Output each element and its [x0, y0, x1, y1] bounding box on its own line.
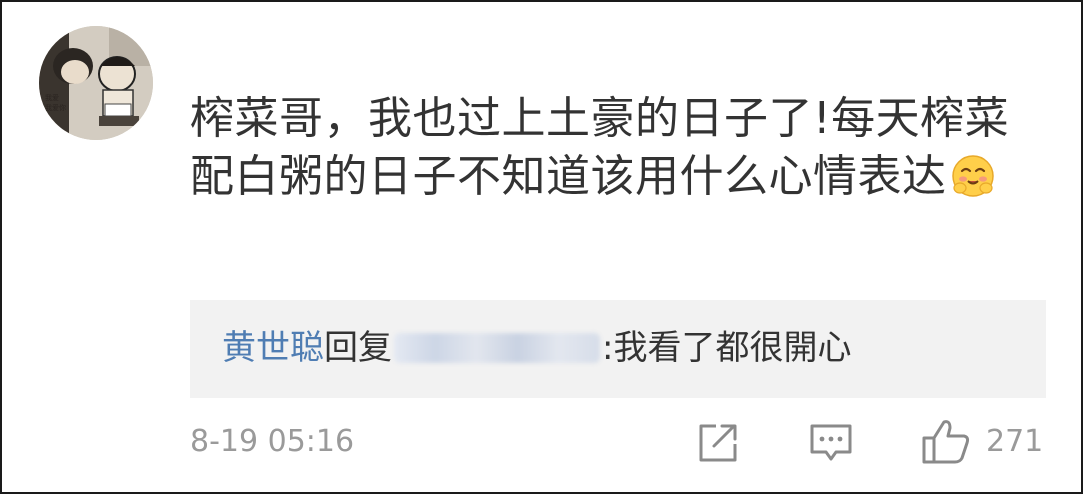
reply-separator: :: [602, 328, 614, 368]
avatar[interactable]: 我爱 我爱你: [39, 26, 153, 140]
share-icon: [699, 424, 737, 462]
comment-icon: [810, 424, 852, 461]
comment-card: 我爱 我爱你 榨菜哥，我也过上土豪的日子了!每天榨菜配白粥的日子不知道该用什么心…: [0, 0, 1083, 494]
comment-button[interactable]: [808, 422, 854, 464]
svg-text:我爱你: 我爱你: [45, 103, 66, 112]
reply-text: 我看了都很開心: [613, 328, 852, 368]
like-count: 271: [986, 424, 1044, 459]
svg-text:我爱: 我爱: [45, 93, 59, 102]
reply-box[interactable]: 黄世聪回复:我看了都很開心: [190, 300, 1046, 398]
reply-line: 黄世聪回复:我看了都很開心: [222, 326, 851, 370]
redacted-username: [394, 333, 600, 363]
cartoon-avatar-icon: 我爱 我爱你: [39, 26, 153, 140]
comment-body: 榨菜哥，我也过上土豪的日子了!每天榨菜配白粥的日子不知道该用什么心情表达: [190, 90, 1030, 206]
comment-text: 榨菜哥，我也过上土豪的日子了!每天榨菜配白粥的日子不知道该用什么心情表达: [190, 93, 1010, 202]
share-button[interactable]: [696, 422, 740, 464]
reply-username[interactable]: 黄世聪: [222, 328, 324, 368]
comment-timestamp: 8-19 05:16: [190, 424, 355, 459]
like-button[interactable]: 271: [920, 416, 1050, 466]
thumbs-up-icon: [922, 420, 970, 464]
reply-action-word: 回复: [324, 328, 392, 368]
hug-emoji-icon: [951, 154, 995, 198]
